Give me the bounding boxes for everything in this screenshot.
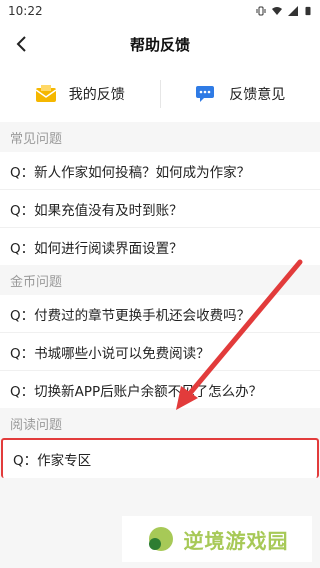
list-item[interactable]: Q：书城哪些小说可以免费阅读？ xyxy=(0,333,320,371)
wifi-icon xyxy=(272,7,282,15)
status-icons xyxy=(256,6,312,16)
page-title: 帮助反馈 xyxy=(129,35,190,54)
section-title-reading: 阅读问题 xyxy=(0,408,320,438)
vibrate-icon xyxy=(256,6,266,16)
section-list-reading: Q：作家专区 xyxy=(0,438,320,478)
list-item[interactable]: Q：如果充值没有及时到账？ xyxy=(0,190,320,228)
list-item-writer-zone[interactable]: Q：作家专区 xyxy=(1,438,319,478)
tab-my-feedback-label: 我的反馈 xyxy=(68,87,125,103)
status-bar: 10:22 xyxy=(0,0,320,22)
status-time: 10:22 xyxy=(8,4,43,18)
signal-icon xyxy=(288,6,298,16)
list-item[interactable]: Q：如何进行阅读界面设置？ xyxy=(0,228,320,265)
section-list-coins: Q：付费过的章节更换手机还会收费吗？ Q：书城哪些小说可以免费阅读？ Q：切换新… xyxy=(0,295,320,408)
header: 帮助反馈 xyxy=(0,22,320,66)
mail-icon xyxy=(35,85,57,102)
chevron-left-icon xyxy=(16,36,26,52)
section-title-common: 常见问题 xyxy=(0,122,320,152)
tab-my-feedback[interactable]: 我的反馈 xyxy=(0,84,160,104)
watermark: 逆境游戏园 xyxy=(122,516,312,562)
list-item[interactable]: Q：付费过的章节更换手机还会收费吗？ xyxy=(0,295,320,333)
watermark-logo-icon xyxy=(148,527,173,551)
back-button[interactable] xyxy=(8,30,36,58)
section-list-common: Q：新人作家如何投稿？如何成为作家？ Q：如果充值没有及时到账？ Q：如何进行阅… xyxy=(0,152,320,265)
list-item[interactable]: Q：新人作家如何投稿？如何成为作家？ xyxy=(0,152,320,190)
tab-feedback-opinion-label: 反馈意见 xyxy=(229,87,286,103)
list-item[interactable]: Q：切换新APP后账户余额不见了怎么办？ xyxy=(0,371,320,408)
section-title-coins: 金币问题 xyxy=(0,265,320,295)
watermark-text: 逆境游戏园 xyxy=(183,528,289,553)
battery-icon xyxy=(305,6,311,16)
feedback-tabs: 我的反馈 反馈意见 xyxy=(0,66,320,122)
tab-feedback-opinion[interactable]: 反馈意见 xyxy=(161,84,320,104)
chat-icon xyxy=(196,86,215,102)
